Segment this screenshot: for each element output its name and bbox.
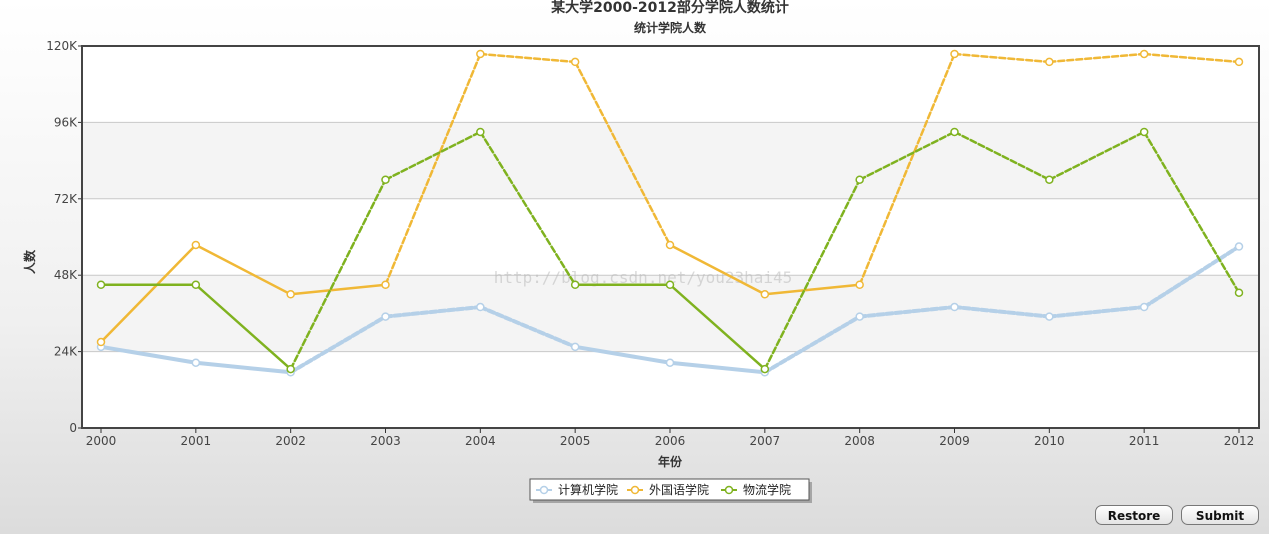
data-point <box>1234 242 1244 251</box>
data-point <box>286 364 295 374</box>
chart-subtitle: 统计学院人数 <box>634 20 707 35</box>
data-point <box>96 280 106 289</box>
legend: 计算机学院 外国语学院 物流学院 <box>529 478 812 503</box>
data-point <box>1139 302 1149 312</box>
x-tick-label: 2003 <box>370 434 401 448</box>
data-point <box>1045 57 1054 67</box>
data-point <box>950 302 959 312</box>
x-tick-label: 2004 <box>465 434 496 448</box>
data-point <box>570 280 580 289</box>
x-tick-label: 2010 <box>1034 434 1065 448</box>
chart-container: 某大学2000-2012部分学院人数统计 统计学院人数 年份 人数 http:/… <box>0 0 1269 534</box>
x-tick-label: 2000 <box>86 434 117 448</box>
x-tick-label: 2002 <box>275 434 306 448</box>
legend-label: 物流学院 <box>743 482 791 497</box>
data-point <box>760 290 770 299</box>
y-tick-label: 96K <box>54 115 78 129</box>
x-tick-label: 2009 <box>939 434 970 448</box>
data-point <box>286 290 295 299</box>
data-point <box>381 175 390 184</box>
line-chart: 某大学2000-2012部分学院人数统计 统计学院人数 年份 人数 http:/… <box>22 0 1260 503</box>
y-tick-label: 72K <box>54 192 78 206</box>
data-point <box>191 280 201 289</box>
y-axis-title: 人数 <box>22 249 37 274</box>
data-point <box>1139 127 1149 137</box>
data-point <box>476 127 485 137</box>
data-point <box>96 337 106 347</box>
data-point <box>950 127 959 137</box>
submit-button[interactable]: Submit <box>1181 505 1259 525</box>
data-point <box>191 358 201 367</box>
y-tick-label: 120K <box>46 39 78 53</box>
data-point <box>855 175 864 184</box>
legend-marker <box>724 485 734 495</box>
x-tick-label: 2001 <box>181 434 212 448</box>
data-point <box>760 364 770 374</box>
x-tick-label: 2012 <box>1224 434 1255 448</box>
data-point <box>665 240 675 250</box>
data-point <box>1045 312 1054 321</box>
y-tick-label: 24K <box>54 345 78 359</box>
data-point <box>191 240 201 250</box>
data-point <box>1234 288 1244 297</box>
x-tick-label: 2011 <box>1129 434 1160 448</box>
y-tick-label: 48K <box>54 268 78 282</box>
legend-marker <box>539 485 549 495</box>
legend-marker <box>630 485 640 495</box>
x-tick-label: 2006 <box>655 434 686 448</box>
data-point <box>1234 57 1244 67</box>
chart-title: 某大学2000-2012部分学院人数统计 <box>551 0 789 16</box>
legend-label: 计算机学院 <box>558 482 618 497</box>
legend-label: 外国语学院 <box>649 482 709 497</box>
data-point <box>381 312 390 321</box>
restore-button[interactable]: Restore <box>1095 505 1173 525</box>
data-point <box>855 280 864 289</box>
data-point <box>1045 175 1054 184</box>
data-point <box>476 302 485 312</box>
data-point <box>665 280 675 289</box>
data-point <box>381 280 390 289</box>
x-tick-label: 2008 <box>844 434 875 448</box>
data-point <box>476 49 485 59</box>
y-tick-label: 0 <box>69 421 77 435</box>
grid-band <box>82 122 1259 199</box>
data-point <box>950 49 959 59</box>
data-point <box>570 57 580 67</box>
x-axis-title: 年份 <box>658 454 683 469</box>
data-point <box>1139 49 1149 59</box>
x-tick-label: 2005 <box>560 434 591 448</box>
data-point <box>665 358 675 367</box>
data-point <box>855 312 864 321</box>
data-point <box>570 342 580 352</box>
x-tick-label: 2007 <box>750 434 781 448</box>
